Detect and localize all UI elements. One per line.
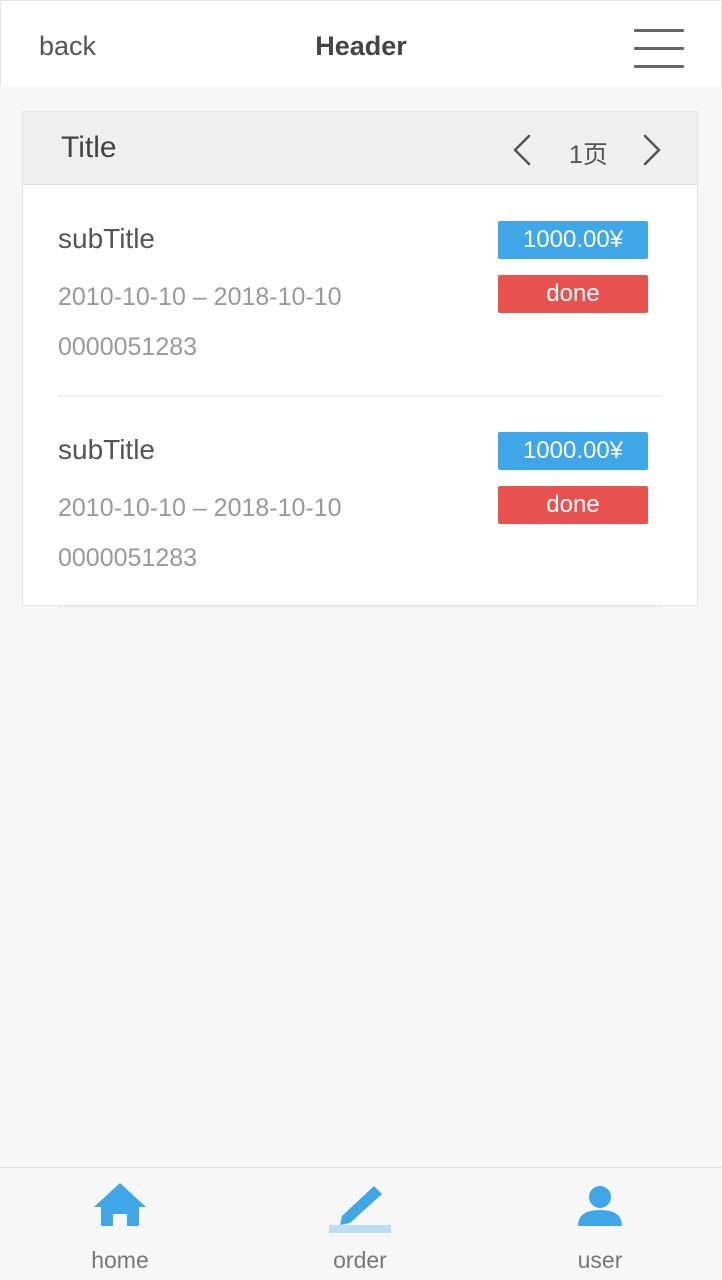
order-card: Title 1页 subTitle 2010-10-10 – 2018-10-1… <box>22 111 698 608</box>
chevron-left-icon[interactable] <box>507 132 537 168</box>
tab-user[interactable]: user <box>480 1168 720 1280</box>
status-badge: done <box>498 486 648 524</box>
home-icon <box>0 1180 240 1236</box>
tab-order[interactable]: order <box>240 1168 480 1280</box>
tab-home[interactable]: home <box>0 1168 240 1280</box>
item-order-number: 0000051283 <box>58 544 198 572</box>
price-badge: 1000.00¥ <box>498 221 648 259</box>
menu-line <box>634 65 684 68</box>
user-icon <box>480 1180 720 1236</box>
menu-line <box>634 29 684 32</box>
hamburger-menu-icon[interactable] <box>627 27 685 71</box>
item-date-range: 2010-10-10 – 2018-10-10 <box>58 283 342 311</box>
price-badge: 1000.00¥ <box>498 432 648 470</box>
top-header: back Header <box>0 0 722 86</box>
tab-home-label: home <box>91 1247 149 1273</box>
page-indicator: 1页 <box>569 141 608 169</box>
page-title: Header <box>315 31 407 61</box>
status-badge: done <box>498 275 648 313</box>
tab-order-label: order <box>333 1247 387 1273</box>
item-order-number: 0000051283 <box>58 333 198 361</box>
card-title: Title <box>61 131 117 164</box>
card-header: Title 1页 <box>23 112 697 185</box>
chevron-right-icon[interactable] <box>637 132 667 168</box>
bottom-tab-bar: home order user <box>0 1167 722 1280</box>
list-item[interactable]: subTitle 2010-10-10 – 2018-10-10 0000051… <box>58 186 663 397</box>
item-subtitle: subTitle <box>58 223 156 254</box>
tab-user-label: user <box>577 1247 623 1273</box>
menu-line <box>634 47 684 50</box>
app-screen: back Header Title 1页 subTitle 2010-10-10… <box>0 0 722 1280</box>
pencil-icon <box>240 1180 480 1236</box>
list-item[interactable]: subTitle 2010-10-10 – 2018-10-10 0000051… <box>58 397 663 608</box>
item-subtitle: subTitle <box>58 434 156 465</box>
item-date-range: 2010-10-10 – 2018-10-10 <box>58 494 342 522</box>
